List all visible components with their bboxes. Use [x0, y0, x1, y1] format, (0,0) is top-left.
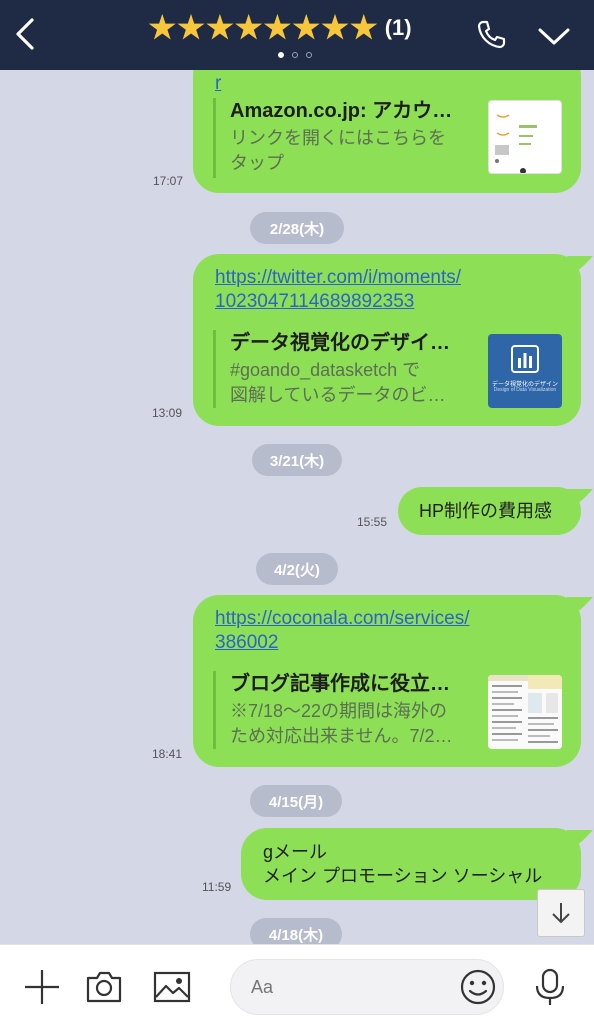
page-dot — [292, 52, 298, 58]
page-indicator — [278, 52, 312, 58]
plus-icon[interactable] — [22, 967, 62, 1007]
link-preview-desc-line: タップ — [230, 153, 284, 173]
message-link[interactable]: https://coconala.com/services/ — [215, 607, 470, 631]
image-icon[interactable] — [152, 967, 192, 1007]
date-separator: 4/2(火) — [256, 553, 338, 585]
emoji-icon[interactable] — [458, 967, 498, 1007]
link-preview-desc-line: リンクを開くにはこちらを — [230, 128, 446, 148]
date-label: 4/15(月) — [268, 793, 324, 811]
message-time: 18:41 — [152, 747, 183, 761]
date-label: 4/18(木) — [268, 926, 324, 944]
link-thumbnail — [488, 675, 562, 749]
scroll-to-bottom-button[interactable] — [537, 889, 585, 937]
chat-header: ★★★★★★★★ (1) — [0, 0, 594, 70]
link-preview-desc-line: 図解しているデータのビ… — [230, 385, 446, 405]
link-preview[interactable]: Amazon.co.jp: アカウ… リンクを開くにはこちらを タップ — [213, 98, 477, 178]
camera-icon[interactable] — [84, 967, 124, 1007]
date-label: 2/28(木) — [269, 220, 325, 238]
star-rating-title: ★★★★★★★★ — [148, 10, 379, 45]
link-preview-desc-line: #goando_datasketch で — [230, 360, 421, 380]
arrow-down-icon — [552, 903, 570, 924]
link-thumbnail — [488, 100, 562, 174]
link-preview[interactable]: データ視覚化のデザイ… #goando_datasketch で 図解しているデ… — [213, 330, 479, 408]
link-preview-title: ブログ記事作成に役立… — [230, 673, 450, 695]
member-count: (1) — [384, 15, 412, 40]
message-text-line: メイン プロモーション ソーシャル — [263, 866, 543, 886]
microphone-icon[interactable] — [530, 967, 570, 1007]
message-time: 17:07 — [153, 174, 184, 188]
link-preview-title: Amazon.co.jp: アカウ… — [230, 100, 453, 122]
date-label: 3/21(木) — [269, 452, 325, 470]
link-preview-desc-line: ため対応出来ません。7/2… — [230, 726, 453, 746]
chat-area[interactable]: r Amazon.co.jp: アカウ… リンクを開くにはこちらを タップ 17… — [0, 70, 594, 944]
date-separator: 2/28(木) — [250, 212, 344, 244]
bubble-tail — [567, 489, 593, 507]
message-bubble[interactable]: https://coconala.com/services/ 386002 ブロ… — [193, 595, 593, 767]
bubble-tail — [567, 830, 593, 848]
page-dot — [278, 52, 284, 58]
date-label: 4/2(火) — [274, 561, 320, 579]
message-input-bar — [0, 944, 594, 1024]
message-text-line: gメール — [263, 842, 328, 862]
link-preview-title: データ視覚化のデザイ… — [230, 332, 450, 354]
chevron-down-icon[interactable] — [536, 22, 572, 50]
thumbnail-caption: Design of Data Visualization — [493, 387, 557, 393]
message-link-continued[interactable]: 386002 — [215, 631, 278, 655]
date-separator: 4/18(木) — [250, 918, 342, 944]
message-text: HP制作の費用感 — [419, 501, 553, 521]
message-time: 11:59 — [202, 880, 232, 894]
chevron-left-icon[interactable] — [10, 14, 42, 54]
bar-chart-icon — [511, 345, 539, 373]
message-link[interactable]: https://twitter.com/i/moments/ — [215, 266, 461, 290]
link-preview-desc-line: ※7/18〜22の期間は海外の — [230, 701, 448, 721]
message-bubble[interactable]: https://twitter.com/i/moments/ 102304711… — [193, 254, 593, 426]
message-time: 15:55 — [357, 515, 388, 529]
bubble-tail — [567, 256, 593, 274]
message-time: 13:09 — [152, 406, 183, 420]
webpage-thumbnail-image — [488, 675, 562, 749]
date-separator: 3/21(木) — [252, 444, 342, 476]
message-bubble[interactable]: gメール メイン プロモーション ソーシャル — [241, 828, 593, 900]
page-dot — [306, 52, 312, 58]
message-link-continued[interactable]: 1023047114689892353 — [215, 290, 414, 314]
link-preview[interactable]: ブログ記事作成に役立… ※7/18〜22の期間は海外の ため対応出来ません。7/… — [213, 671, 479, 749]
message-link[interactable]: r — [215, 72, 221, 96]
amazon-thumbnail-image — [489, 101, 561, 173]
message-bubble[interactable]: r Amazon.co.jp: アカウ… リンクを開くにはこちらを タップ — [193, 70, 581, 193]
link-thumbnail: データ視覚化のデザイン Design of Data Visualization — [488, 334, 562, 408]
date-separator: 4/15(月) — [250, 785, 342, 817]
chat-title[interactable]: ★★★★★★★★ (1) — [110, 10, 450, 46]
message-bubble[interactable]: HP制作の費用感 — [398, 487, 593, 535]
phone-icon[interactable] — [474, 18, 508, 52]
bubble-tail — [567, 597, 593, 615]
